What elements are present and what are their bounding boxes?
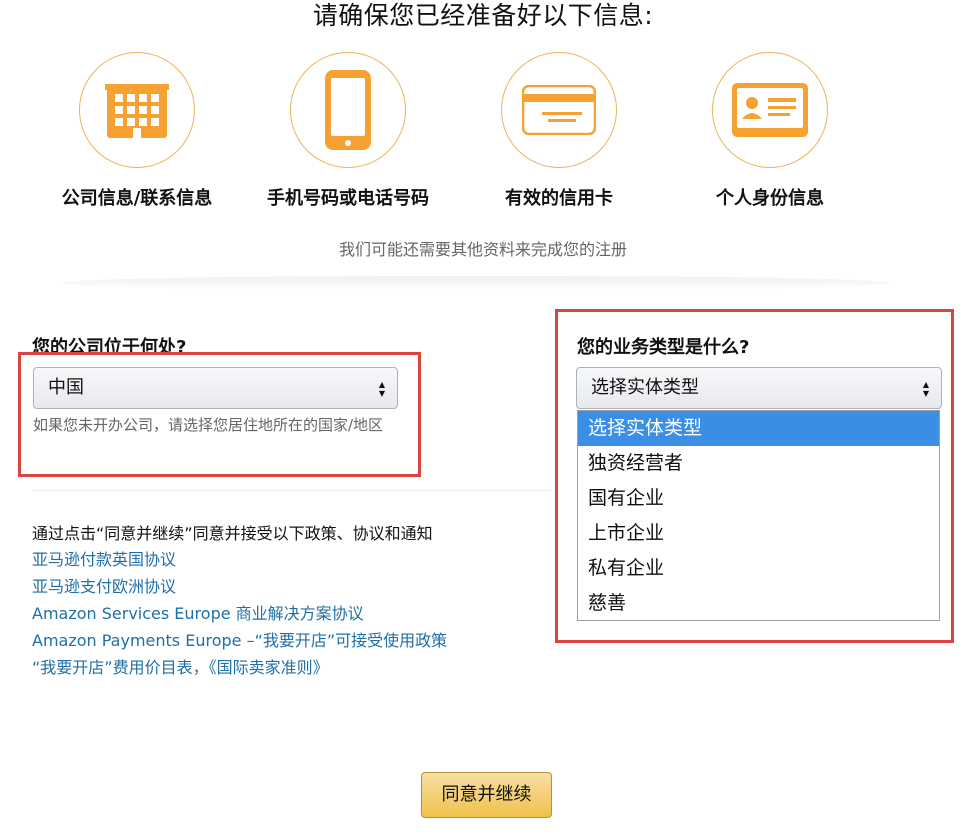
link-uk-payments-agreement[interactable]: 亚马逊付款英国协议: [32, 546, 447, 573]
agreement-links: 亚马逊付款英国协议 亚马逊支付欧洲协议 Amazon Services Euro…: [32, 546, 447, 681]
business-type-dropdown: 选择实体类型 独资经营者 国有企业 上市企业 私有企业 慈善: [577, 410, 940, 621]
requirement-circle: [79, 52, 195, 168]
section-divider: [60, 276, 890, 290]
requirement-label: 手机号码或电话号码: [267, 188, 429, 209]
form-divider: [32, 490, 552, 491]
business-type-select-value: 选择实体类型: [591, 377, 699, 398]
select-arrows-icon: ▲ ▼: [378, 380, 385, 398]
agree-continue-button[interactable]: 同意并继续: [421, 772, 552, 818]
option-select-entity-type[interactable]: 选择实体类型: [578, 411, 939, 446]
page-title: 请确保您已经准备好以下信息:: [312, 1, 654, 30]
building-icon: [105, 84, 169, 138]
link-acceptable-use-policy[interactable]: Amazon Payments Europe –“我要开店”可接受使用政策: [32, 627, 447, 654]
requirement-id: 个人身份信息: [670, 52, 870, 210]
link-fee-schedule[interactable]: “我要开店”费用价目表，《国际卖家准则》: [32, 654, 447, 681]
option-sole-proprietor[interactable]: 独资经营者: [578, 446, 939, 481]
requirement-phone: 手机号码或电话号码: [248, 52, 448, 210]
agreement-text: 通过点击“同意并继续”同意并接受以下政策、协议和通知: [32, 524, 433, 543]
link-eu-payments-agreement[interactable]: 亚马逊支付欧洲协议: [32, 573, 447, 600]
mobile-phone-icon: [325, 70, 371, 150]
requirement-credit-card: 有效的信用卡: [459, 52, 659, 210]
requirement-circle: [501, 52, 617, 168]
link-business-solutions-agreement[interactable]: Amazon Services Europe 商业解决方案协议: [32, 600, 447, 627]
requirement-label: 个人身份信息: [716, 188, 824, 209]
country-select-value: 中国: [48, 377, 84, 398]
requirement-label: 公司信息/联系信息: [61, 188, 213, 209]
requirement-company-info: 公司信息/联系信息: [37, 52, 237, 210]
credit-card-icon: [522, 85, 596, 135]
requirement-circle: [290, 52, 406, 168]
id-card-icon: [732, 83, 808, 137]
additional-info-note: 我们可能还需要其他资料来完成您的注册: [338, 240, 627, 259]
option-charity[interactable]: 慈善: [578, 586, 939, 621]
country-hint: 如果您未开办公司，请选择您居住地所在的国家/地区: [33, 416, 384, 434]
requirement-label: 有效的信用卡: [505, 188, 613, 209]
requirement-circle: [712, 52, 828, 168]
option-private-company[interactable]: 私有企业: [578, 551, 939, 586]
option-public-company[interactable]: 上市企业: [578, 516, 939, 551]
business-type-question: 您的业务类型是什么?: [577, 337, 750, 358]
select-arrows-icon: ▲ ▼: [922, 380, 929, 398]
business-type-select[interactable]: 选择实体类型 ▲ ▼: [576, 367, 942, 409]
option-state-owned[interactable]: 国有企业: [578, 481, 939, 516]
country-select[interactable]: 中国 ▲ ▼: [33, 367, 398, 409]
